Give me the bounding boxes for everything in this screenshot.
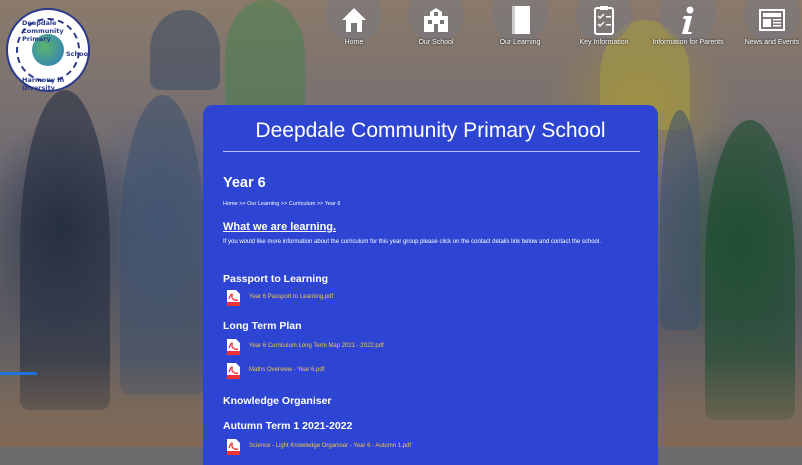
nav-home[interactable]: Home [322, 0, 386, 76]
file-name: Science - Light Knowledge Organiser - Ye… [249, 443, 412, 449]
nav-key-information-label: Key Information [579, 39, 629, 46]
newspaper-icon [759, 9, 785, 31]
book-icon [512, 6, 530, 34]
file-name: Year 6 Passport to Learning.pdf [249, 294, 334, 300]
logo-bottom-text: Harmony in Diversity [22, 76, 65, 92]
section-autumn-term-heading: Autumn Term 1 2021-2022 [223, 420, 353, 432]
info-icon [682, 6, 694, 34]
nav-our-learning[interactable]: Our Learning [488, 0, 552, 76]
nav-information-for-parents-label: Information for Parents [652, 39, 724, 46]
intro-text: If you would like more information about… [223, 239, 601, 245]
file-name: Maths Overview - Year 6.pdf [249, 367, 325, 373]
section-knowledge-organiser-heading: Knowledge Organiser [223, 395, 332, 407]
nav-our-school-label: Our School [418, 39, 454, 46]
title-divider [223, 151, 640, 152]
logo-top-text: Deepdale Community Primary [22, 19, 64, 43]
nav-news-and-events[interactable]: News and Events [740, 0, 802, 76]
home-icon [342, 8, 366, 32]
pdf-icon [227, 290, 240, 306]
section-long-term-plan-heading: Long Term Plan [223, 320, 302, 332]
top-navigation: Home Our School Our Learning Key Informa… [322, 0, 802, 90]
pdf-icon [227, 339, 240, 355]
pdf-icon [227, 439, 240, 455]
school-logo[interactable]: Deepdale Community Primary School Harmon… [6, 8, 90, 92]
nav-information-for-parents[interactable]: Information for Parents [652, 0, 724, 76]
nav-news-and-events-label: News and Events [744, 39, 800, 46]
learning-heading-link[interactable]: What we are learning. [223, 221, 336, 233]
logo-side-text: School [66, 50, 91, 58]
content-panel: Deepdale Community Primary School Year 6… [203, 105, 658, 465]
clipboard-icon [594, 6, 614, 35]
site-title: Deepdale Community Primary School [255, 119, 606, 142]
nav-home-label: Home [344, 39, 364, 46]
breadcrumb[interactable]: Home >> Our Learning >> Curriculum >> Ye… [223, 201, 340, 207]
nav-key-information[interactable]: Key Information [572, 0, 636, 76]
page-title: Year 6 [223, 175, 266, 191]
file-name: Year 6 Curriculum Long Term Map 2021 - 2… [249, 343, 384, 349]
nav-our-school[interactable]: Our School [404, 0, 468, 76]
accent-line [0, 372, 37, 375]
pdf-icon [227, 363, 240, 379]
nav-our-learning-label: Our Learning [499, 39, 541, 46]
section-passport-heading: Passport to Learning [223, 273, 329, 285]
school-icon [424, 8, 448, 32]
